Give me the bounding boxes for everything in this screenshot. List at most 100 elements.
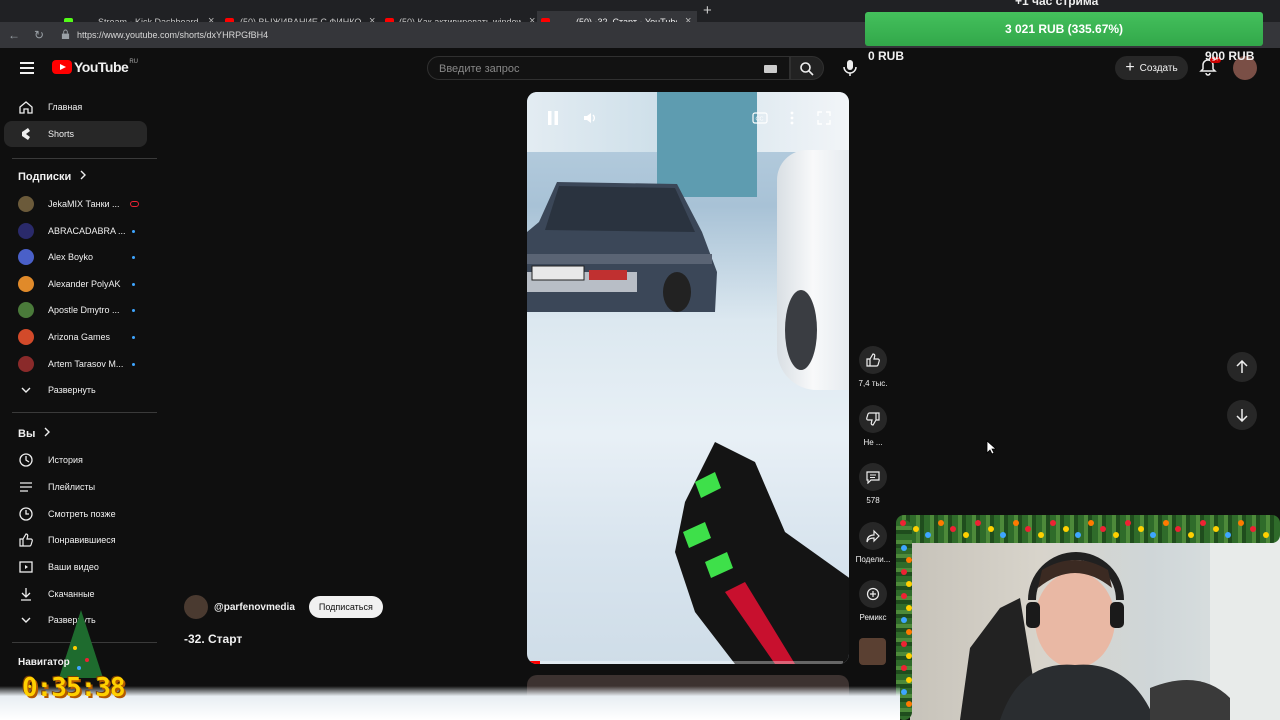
sidebar-item-home[interactable]: Главная — [4, 94, 147, 120]
pause-button[interactable] — [541, 106, 565, 130]
sidebar-subscription[interactable]: Alex Boyko — [4, 244, 147, 270]
goal-max: 900 RUB — [1205, 49, 1255, 63]
navigator-heading: Навигатор — [18, 657, 70, 668]
pause-icon — [548, 111, 558, 125]
garland-light — [1200, 520, 1206, 526]
sidebar-subscription[interactable]: JekaMIX Танки ... — [4, 191, 147, 217]
sidebar-subscription[interactable]: Artem Tarasov M... — [4, 351, 147, 377]
voice-search-button[interactable] — [836, 56, 862, 80]
sound-thumbnail[interactable] — [859, 638, 886, 665]
menu-icon[interactable] — [20, 62, 34, 74]
captions-button[interactable]: CC — [748, 106, 772, 130]
sidebar-item-history[interactable]: История — [4, 447, 147, 473]
sidebar-item-label: Скачанные — [48, 589, 95, 599]
sidebar-item-label: JekaMIX Танки ... — [48, 199, 120, 209]
sidebar-item-label: Плейлисты — [48, 482, 96, 492]
sidebar-item-shorts[interactable]: Shorts — [4, 121, 147, 147]
shorts-player[interactable]: CC — [527, 92, 849, 664]
garland-light — [1025, 526, 1031, 532]
youtube-logo[interactable]: YouTube RU — [52, 59, 138, 75]
garland-light — [1137, 526, 1144, 532]
sidebar-item-thumb-up[interactable]: Понравившиеся — [4, 527, 147, 553]
url-text[interactable]: https://www.youtube.com/shorts/dxYHRPGfB… — [77, 30, 268, 40]
garland-light — [906, 677, 912, 683]
you-heading[interactable]: Вы — [18, 427, 51, 440]
channel-avatar — [18, 329, 34, 345]
garland-light — [925, 532, 931, 538]
garland-light — [906, 557, 912, 563]
garland-light — [962, 532, 969, 538]
subscribe-button[interactable]: Подписаться — [308, 596, 383, 618]
channel-avatar[interactable] — [184, 595, 208, 619]
garland-light — [1162, 520, 1169, 526]
dislike-action[interactable]: Не ... — [858, 405, 888, 447]
sidebar-item-label: Развернуть — [48, 385, 96, 395]
volume-button[interactable] — [578, 106, 602, 130]
channel-avatar — [18, 356, 34, 372]
youtube-header: YouTube RU Введите запрос + Создать 9+ — [0, 48, 1280, 88]
search-button[interactable] — [790, 56, 824, 80]
fullscreen-button[interactable] — [812, 106, 836, 130]
sidebar-subscription[interactable]: Arizona Games — [4, 324, 147, 350]
sidebar-item-clock[interactable]: Смотреть позже — [4, 501, 147, 527]
previous-short-button[interactable] — [1227, 352, 1257, 382]
new-content-dot — [132, 230, 135, 233]
channel-avatar — [18, 302, 34, 318]
garland-light — [901, 689, 907, 695]
short-title[interactable]: -32. Старт — [184, 632, 242, 646]
video-wheel — [785, 290, 817, 370]
next-short-button[interactable] — [1227, 400, 1257, 430]
garland-light — [1262, 532, 1269, 538]
sidebar-subscription[interactable]: ABRACADABRA ... — [4, 218, 147, 244]
playlist-icon — [18, 479, 34, 495]
subscriptions-heading[interactable]: Подписки — [18, 170, 87, 183]
dislike-label: Не ... — [863, 438, 883, 447]
garland-light — [1100, 526, 1106, 532]
garland-light — [1250, 526, 1256, 532]
garland-light — [1125, 520, 1131, 526]
garland-light — [1075, 532, 1081, 538]
chevron-right-icon — [43, 427, 51, 440]
keyboard-icon[interactable] — [764, 65, 777, 73]
like-action[interactable]: 7,4 тыс. — [858, 346, 888, 388]
new-content-dot — [132, 336, 135, 339]
garland-light — [906, 581, 912, 587]
subscriptions-expand-button[interactable]: Развернуть — [4, 377, 147, 403]
create-label: Создать — [1139, 62, 1178, 74]
sidebar-subscription[interactable]: Apostle Dmytro ... — [4, 297, 147, 323]
create-button[interactable]: + Создать — [1115, 56, 1188, 80]
channel-avatar — [18, 223, 34, 239]
new-content-dot — [132, 256, 135, 259]
sidebar-item-label: Artem Tarasov M... — [48, 359, 124, 369]
video-progress-bar[interactable] — [527, 661, 843, 664]
garland-light — [1187, 532, 1194, 538]
sidebar-subscription[interactable]: Alexander PolyAK — [4, 271, 147, 297]
more-options-button[interactable] — [780, 106, 804, 130]
garland-light — [937, 520, 944, 526]
remix-label: Ремикс — [859, 613, 887, 622]
share-label: Подели... — [855, 555, 891, 564]
sidebar-item-label: Главная — [48, 102, 83, 112]
remix-action[interactable]: Ремикс — [858, 580, 888, 622]
new-content-dot — [132, 309, 135, 312]
sidebar-divider — [12, 412, 157, 413]
progress-fill — [527, 661, 540, 664]
remix-icon — [866, 587, 880, 601]
sidebar-item-playlist[interactable]: Плейлисты — [4, 474, 147, 500]
sidebar-item-download[interactable]: Скачанные — [4, 581, 147, 607]
svg-text:CC: CC — [756, 117, 764, 123]
search-input[interactable]: Введите запрос — [427, 56, 790, 80]
garland-light — [1237, 520, 1244, 526]
back-icon[interactable]: ← — [8, 28, 20, 42]
garland-light — [1037, 532, 1044, 538]
garland-light — [1112, 532, 1119, 538]
comments-action[interactable]: 578 — [858, 463, 888, 505]
garland-light — [900, 520, 906, 526]
reload-icon[interactable]: ↻ — [34, 28, 44, 42]
new-tab-button[interactable]: + — [703, 2, 712, 19]
channel-name[interactable]: @parfenovmedia — [214, 602, 295, 613]
sidebar-item-video[interactable]: Ваши видео — [4, 554, 147, 580]
search-placeholder: Введите запрос — [439, 63, 520, 75]
share-action[interactable]: Подели... — [855, 522, 891, 564]
sidebar-item-label: Смотреть позже — [48, 509, 116, 519]
